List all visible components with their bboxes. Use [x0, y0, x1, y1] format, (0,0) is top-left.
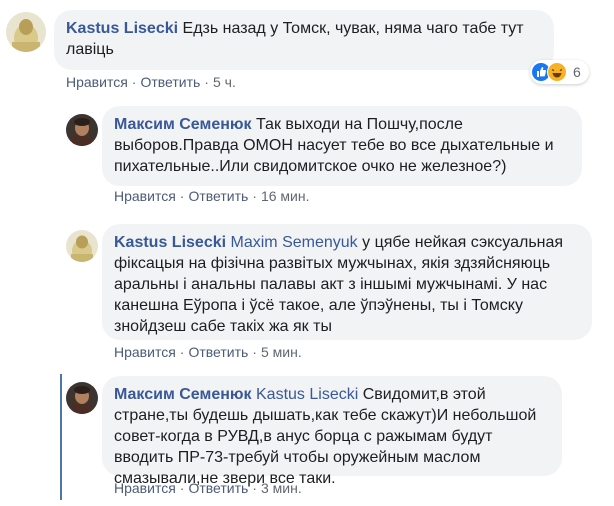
avatar-kastus-image [66, 230, 98, 262]
comment-author[interactable]: Максим Семенюк [114, 116, 252, 133]
comment-bubble: Максим Семенюк Kastus Lisecki Свидомит,в… [102, 376, 562, 487]
reaction-count: 6 [573, 64, 581, 80]
like-link[interactable]: Нравится [114, 188, 176, 204]
avatar-maksim-image [66, 114, 98, 146]
mention-link[interactable]: Kastus Lisecki [256, 386, 358, 403]
reply-link[interactable]: Ответить [188, 344, 248, 360]
avatar[interactable] [66, 230, 98, 262]
reply-link[interactable]: Ответить [188, 188, 248, 204]
comment-bubble: Kastus Lisecki Maxim Semenyuk у цябе ней… [102, 224, 592, 340]
comment-author[interactable]: Kastus Lisecki [66, 20, 178, 37]
timestamp[interactable]: 16 мин. [261, 188, 310, 204]
comment-bubble: Kastus Lisecki Едзь назад у Томск, чувак… [54, 10, 554, 70]
comment-bubble: Максим Семенюк Так выходи на Пошчу,после… [102, 106, 582, 186]
like-link[interactable]: Нравится [114, 480, 176, 496]
comment-1: Kastus Lisecki Едзь назад у Томск, чувак… [0, 0, 614, 100]
reply-link[interactable]: Ответить [188, 480, 248, 496]
comment-actions: Нравится · Ответить · 5 мин. [114, 344, 302, 360]
separator-dot: · [131, 74, 137, 90]
avatar[interactable] [6, 12, 46, 52]
comment-author[interactable]: Максим Семенюк [114, 386, 252, 403]
comment-actions: Нравится · Ответить · 3 мин. [114, 480, 302, 496]
reply-3: Максим Семенюк Kastus Lisecki Свидомит,в… [0, 368, 614, 506]
reactions-summary[interactable]: 6 [530, 60, 589, 84]
reply-link[interactable]: Ответить [140, 74, 200, 90]
comment-author[interactable]: Kastus Lisecki [114, 234, 226, 251]
separator-dot: · [252, 344, 257, 360]
reply-1: Максим Семенюк Так выходи на Пошчу,после… [0, 100, 614, 218]
separator-dot: · [179, 188, 185, 204]
like-link[interactable]: Нравится [66, 74, 128, 90]
like-link[interactable]: Нравится [114, 344, 176, 360]
separator-dot: · [252, 480, 257, 496]
avatar[interactable] [66, 382, 98, 414]
timestamp[interactable]: 3 мин. [261, 480, 302, 496]
avatar[interactable] [66, 114, 98, 146]
mention-link[interactable]: Maxim Semenyuk [231, 234, 358, 251]
separator-dot: · [252, 188, 257, 204]
comment-actions: Нравится · Ответить · 5 ч. [66, 74, 236, 90]
timestamp[interactable]: 5 ч. [213, 74, 236, 90]
reply-2: Kastus Lisecki Maxim Semenyuk у цябе ней… [0, 218, 614, 368]
separator-dot: · [179, 344, 185, 360]
haha-icon [547, 62, 567, 82]
separator-dot: · [179, 480, 185, 496]
timestamp[interactable]: 5 мин. [261, 344, 302, 360]
separator-dot: · [204, 74, 209, 90]
comment-actions: Нравится · Ответить · 16 мин. [114, 188, 310, 204]
avatar-maksim-image [66, 382, 98, 414]
avatar-kastus-image [6, 12, 46, 52]
